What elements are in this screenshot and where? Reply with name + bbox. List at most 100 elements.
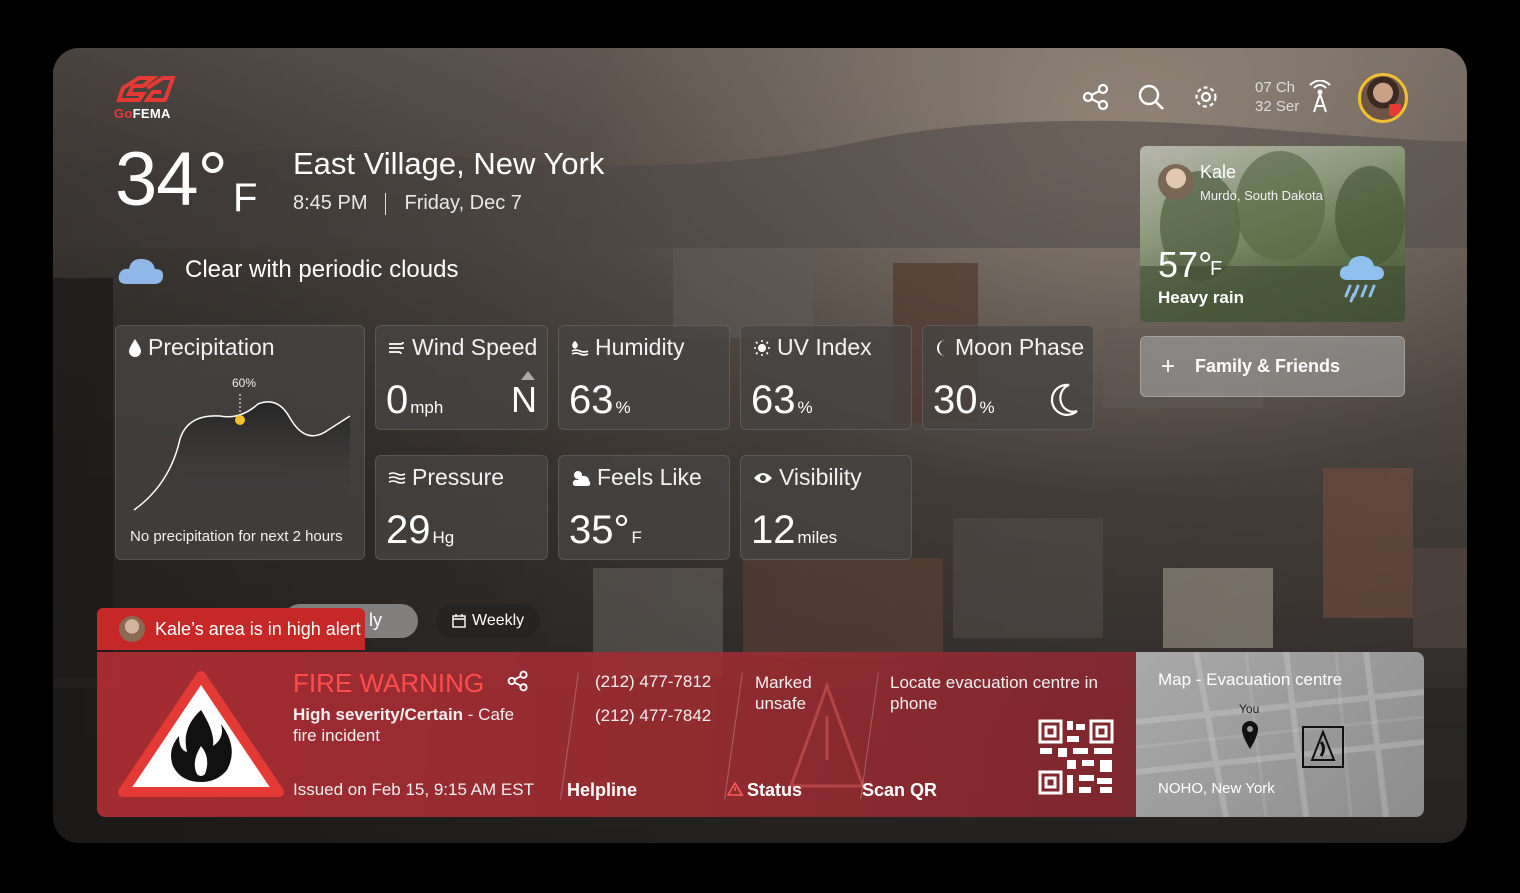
plus-icon: + (1161, 352, 1176, 380)
feels-value: 35° F (569, 508, 642, 553)
friend-avatar (1158, 164, 1194, 200)
feels-number: 35° (569, 508, 630, 552)
sun-icon (754, 339, 770, 356)
visibility-card[interactable]: Visibility 12 miles (740, 455, 912, 560)
location-title: East Village, New York (293, 146, 605, 181)
wind-label: Wind Speed (412, 334, 538, 360)
series-text: 32 Ser (1255, 98, 1300, 115)
pressure-icon (388, 471, 406, 484)
divider (724, 672, 743, 800)
precipitation-curve (133, 394, 351, 512)
you-label: You (1239, 702, 1260, 716)
moon-title: Moon Phase (935, 334, 1084, 361)
pressure-number: 29 (386, 508, 431, 552)
peak-label: 60% (232, 376, 257, 390)
share-icon[interactable] (1081, 82, 1111, 112)
uv-index-card[interactable]: UV Index 63% (740, 325, 912, 430)
logo-text: GoFEMA (114, 106, 171, 121)
friend-name: Kale (1200, 162, 1237, 182)
moon-number: 30 (933, 378, 978, 422)
moon-unit: % (979, 398, 995, 417)
divider (385, 192, 387, 215)
warning-share-icon[interactable] (507, 670, 529, 697)
uv-label: UV Index (777, 334, 872, 360)
wind-unit: mph (410, 398, 444, 417)
tab-hourly-label: ly (369, 610, 382, 630)
visibility-title: Visibility (753, 464, 862, 491)
warning-title: FIRE WARNING (293, 668, 485, 698)
high-alert-flag[interactable]: Kale’s area is in high alert (97, 608, 365, 650)
status-label: Status (747, 780, 803, 800)
feels-like-card[interactable]: Feels Like 35° F (558, 455, 730, 560)
condition-text: Clear with periodic clouds (185, 256, 459, 283)
helpline-phone-1[interactable]: (212) 477-7812 (595, 672, 711, 692)
precipitation-title: Precipitation (128, 334, 275, 361)
user-avatar[interactable] (1358, 73, 1408, 123)
humidity-icon (571, 340, 589, 356)
avatar-badge (1389, 104, 1401, 116)
family-friends-button[interactable]: + Family & Friends (1140, 336, 1405, 397)
moon-small-icon (937, 339, 945, 356)
qr-code-icon[interactable] (1037, 718, 1115, 796)
friend-location: Murdo, South Dakota (1200, 188, 1323, 203)
current-temperature: 34° (115, 137, 228, 222)
tab-weekly-label: Weekly (472, 612, 525, 629)
search-icon[interactable] (1136, 82, 1166, 112)
pressure-label: Pressure (412, 464, 505, 490)
uv-title: UV Index (753, 334, 872, 361)
humidity-title: Humidity (571, 334, 684, 361)
wind-speed-card[interactable]: Wind Speed 0 mph N (375, 325, 548, 430)
evacuation-centre-icon (1302, 726, 1344, 768)
alert-flag-text: Kale’s area is in high alert (155, 618, 361, 639)
status-warning-icon (726, 781, 744, 801)
warning-severity: High severity/Certain (293, 705, 464, 724)
helpline-phone-2[interactable]: (212) 477-7842 (595, 706, 711, 726)
pressure-title: Pressure (388, 464, 504, 491)
wind-icon (389, 341, 404, 354)
temperature-unit: F (233, 176, 258, 220)
droplet-icon (129, 338, 141, 357)
feels-title: Feels Like (571, 464, 702, 491)
humidity-card[interactable]: Humidity 63% (558, 325, 730, 430)
humidity-unit: % (615, 398, 631, 417)
visibility-unit: miles (797, 528, 838, 547)
crescent-moon-icon (1050, 383, 1078, 416)
pressure-unit: Hg (432, 528, 455, 547)
friend-temp-unit: F (1210, 258, 1223, 280)
fire-warning-panel[interactable]: FIRE WARNING High severity/Certain - Caf… (97, 652, 1136, 817)
map-title: Map - Evacuation centre (1158, 670, 1343, 689)
condition-row: Clear with periodic clouds (117, 254, 458, 286)
helpline-label: Helpline (567, 780, 638, 800)
visibility-number: 12 (751, 508, 796, 552)
moon-phase-card[interactable]: Moon Phase 30% (922, 325, 1094, 430)
humidity-label: Humidity (595, 334, 685, 360)
feels-unit: F (631, 528, 642, 547)
humidity-number: 63 (569, 378, 614, 422)
feels-label: Feels Like (597, 464, 702, 490)
channel-text: 07 Ch (1255, 79, 1296, 96)
moon-label: Moon Phase (955, 334, 1085, 360)
settings-gear-icon[interactable] (1191, 82, 1221, 112)
tab-weekly[interactable]: Weekly (436, 604, 541, 638)
friend-temperature: 57° (1158, 244, 1213, 285)
evacuation-map[interactable]: Map - Evacuation centre You NOHO, New Yo… (1136, 652, 1424, 817)
wind-value: 0 mph (386, 378, 443, 423)
app-screen: GoFEMA 07 Ch 32 Ser 34° F East Village, … (53, 48, 1467, 843)
locate-evacuation-text: Locate evacuation centre in phone (890, 673, 1098, 713)
precipitation-label: Precipitation (148, 334, 275, 360)
current-time: 8:45 PM (293, 192, 368, 214)
friend-weather-card[interactable]: Kale Murdo, South Dakota 57° F Heavy rai… (1140, 146, 1405, 322)
warning-issued: Issued on Feb 15, 9:15 AM EST (293, 780, 534, 799)
moon-value: 30% (933, 378, 995, 423)
friend-condition: Heavy rain (1158, 288, 1244, 307)
pressure-card[interactable]: Pressure 29 Hg (375, 455, 548, 560)
scan-qr-label: Scan QR (862, 780, 938, 800)
channel-info: 07 Ch 32 Ser (1255, 78, 1299, 116)
sun-cloud-icon (572, 470, 591, 486)
warning-description: High severity/Certain - Cafe fire incide… (293, 704, 533, 746)
location-pin-icon (1242, 721, 1258, 749)
uv-value: 63% (751, 378, 813, 423)
precipitation-card[interactable]: Precipitation 60% No precipitation for n… (115, 325, 365, 560)
broadcast-tower-icon[interactable] (1305, 79, 1335, 119)
precipitation-note: No precipitation for next 2 hours (130, 528, 343, 545)
